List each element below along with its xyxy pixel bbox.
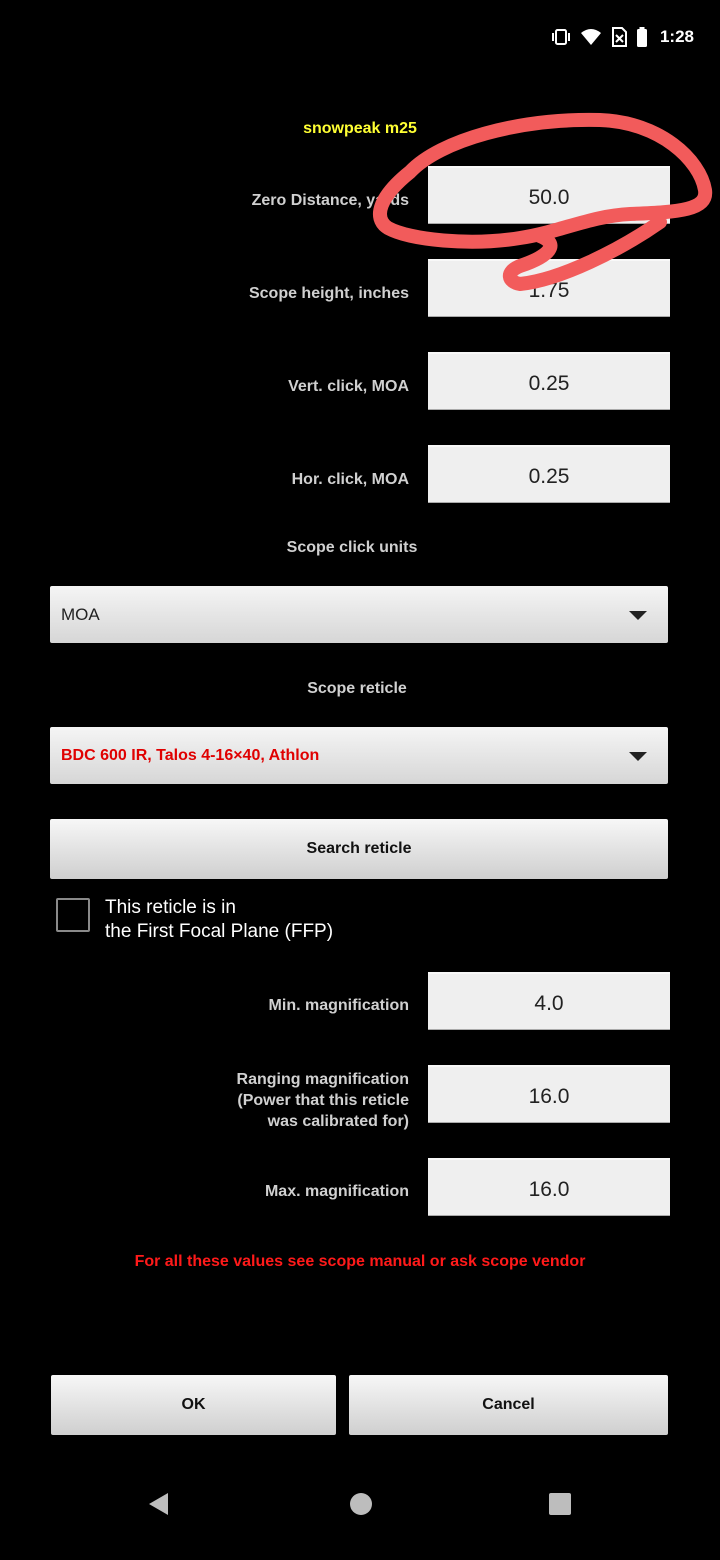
reticle-dropdown[interactable]: BDC 600 IR, Talos 4-16×40, Athlon — [50, 727, 668, 784]
hor-click-label: Hor. click, MOA — [291, 471, 409, 488]
scope-height-input[interactable]: 1.75 — [428, 259, 670, 317]
ffp-checkbox-label: This reticle is in the First Focal Plane… — [105, 896, 333, 944]
no-sim-icon — [611, 27, 627, 47]
recents-icon[interactable] — [549, 1493, 571, 1515]
vert-click-input[interactable]: 0.25 — [428, 352, 670, 410]
ffp-line-1: This reticle is in — [105, 897, 236, 918]
ffp-line-2: the First Focal Plane (FFP) — [105, 921, 334, 942]
scope-height-label: Scope height, inches — [248, 285, 409, 302]
status-bar: 1:28 — [550, 22, 694, 52]
click-units-dropdown[interactable]: MOA — [50, 586, 668, 643]
clock: 1:28 — [659, 27, 694, 46]
battery-icon — [636, 27, 647, 47]
ranging-magnification-input[interactable]: 16.0 — [428, 1065, 670, 1123]
max-magnification-input[interactable]: 16.0 — [428, 1158, 670, 1216]
home-icon[interactable] — [349, 1492, 373, 1516]
wifi-icon — [580, 29, 601, 45]
ranging-line-3: was calibrated for) — [267, 1113, 409, 1130]
profile-title: snowpeak m25 — [0, 120, 720, 138]
ffp-checkbox[interactable] — [56, 898, 90, 932]
click-units-value: MOA — [61, 604, 100, 624]
zero-distance-input[interactable]: 50.0 — [428, 166, 670, 224]
ranging-line-2: (Power that this reticle — [237, 1092, 409, 1109]
warning-text: For all these values see scope manual or… — [134, 1253, 586, 1270]
dropdown-arrow-icon — [629, 752, 647, 761]
hor-click-input[interactable]: 0.25 — [428, 445, 670, 503]
vert-click-label: Vert. click, MOA — [288, 378, 409, 395]
cancel-button[interactable]: Cancel — [349, 1375, 668, 1435]
search-reticle-button[interactable]: Search reticle — [50, 819, 668, 879]
vibrate-icon — [551, 29, 570, 45]
ranging-line-1: Ranging magnification — [236, 1071, 409, 1088]
profile-name: snowpeak m25 — [303, 120, 417, 137]
zero-distance-label: Zero Distance, yards — [251, 192, 409, 209]
max-magnification-label: Max. magnification — [264, 1183, 409, 1200]
reticle-value: BDC 600 IR, Talos 4-16×40, Athlon — [61, 746, 320, 764]
ranging-magnification-label: Ranging magnification (Power that this r… — [237, 1069, 409, 1132]
navigation-bar — [0, 1470, 720, 1560]
ok-button[interactable]: OK — [51, 1375, 336, 1435]
min-magnification-input[interactable]: 4.0 — [428, 972, 670, 1030]
back-icon[interactable] — [146, 1491, 170, 1517]
min-magnification-label: Min. magnification — [268, 997, 409, 1014]
dropdown-arrow-icon — [629, 611, 647, 620]
click-units-label: Scope click units — [286, 539, 418, 556]
reticle-label: Scope reticle — [307, 680, 407, 697]
